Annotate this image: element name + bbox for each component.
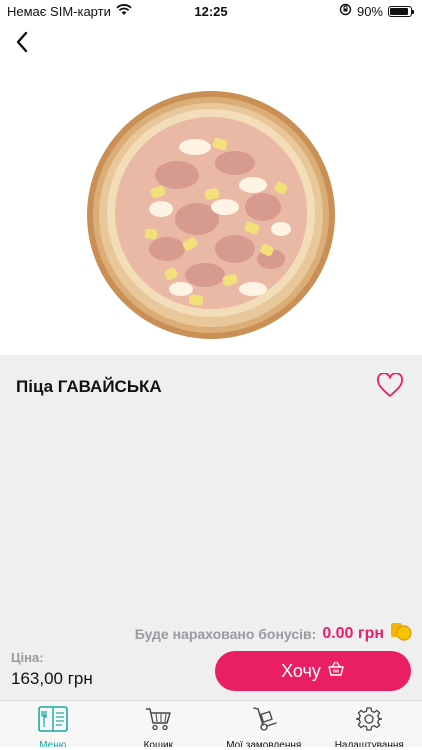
bonus-label: Буде нараховано бонусів: <box>134 625 317 642</box>
menu-book-icon <box>37 706 68 737</box>
bonus-row: Буде нараховано бонусів: 0.00 грн <box>135 620 412 647</box>
price-label: Ціна: <box>11 650 44 665</box>
tab-cart[interactable]: Кошик <box>106 701 212 750</box>
nav-bar <box>0 22 422 75</box>
wifi-icon <box>116 3 132 19</box>
back-button[interactable] <box>8 28 36 60</box>
status-bar: Немає SIM-карти 12:25 90% <box>0 0 422 22</box>
heart-outline-icon <box>376 372 404 403</box>
basket-icon <box>327 661 345 682</box>
carrier-label: Немає SIM-карти <box>7 3 111 19</box>
product-image-area <box>0 75 422 355</box>
hand-truck-icon <box>250 706 278 737</box>
pizza-image <box>87 91 335 339</box>
battery-level <box>390 7 408 15</box>
coins-icon <box>390 620 412 647</box>
tab-bar: Меню Кошик Мої замовлення Налаштування <box>0 700 422 750</box>
tab-menu[interactable]: Меню <box>0 701 106 750</box>
battery-icon <box>388 5 414 17</box>
battery-percent: 90% <box>356 3 383 19</box>
price-block: Ціна: 163,00 грн <box>11 650 93 689</box>
chevron-left-icon <box>15 30 29 59</box>
favorite-button[interactable] <box>376 372 404 399</box>
want-button[interactable]: Хочу <box>215 651 411 691</box>
tab-my-orders[interactable]: Мої замовлення <box>211 701 317 750</box>
tab-settings[interactable]: Налаштування <box>317 701 422 750</box>
price-value: 163,00 грн <box>11 669 93 688</box>
product-details: Піца ГАВАЙСЬКА <box>0 355 422 615</box>
gear-icon <box>355 706 383 737</box>
bonus-value: 0.00 грн <box>322 624 384 642</box>
orientation-lock-icon <box>339 3 352 19</box>
product-title: Піца ГАВАЙСЬКА <box>16 377 162 396</box>
want-button-label: Хочу <box>281 660 321 681</box>
cart-icon <box>144 706 172 737</box>
